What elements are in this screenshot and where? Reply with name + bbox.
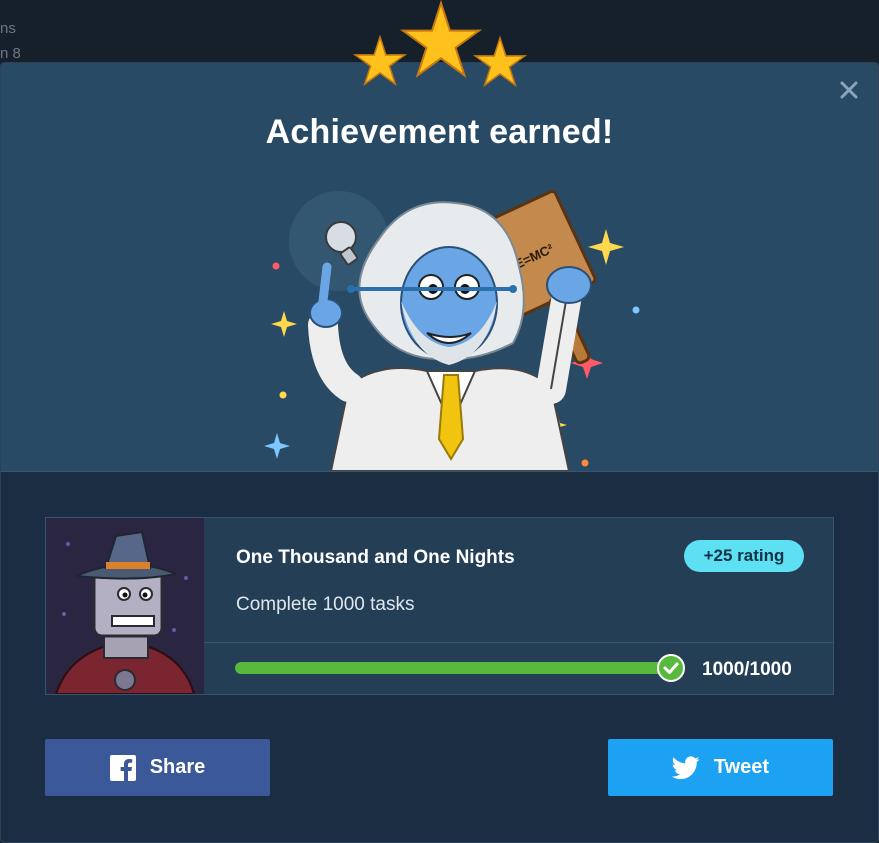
twitter-icon [671, 755, 700, 779]
share-button-label: Share [149, 756, 206, 778]
check-icon [657, 654, 685, 682]
robot-avatar [46, 518, 204, 694]
star-icon [352, 34, 408, 87]
achievement-description: Complete 1000 tasks [236, 594, 415, 615]
progress-fill [235, 662, 685, 674]
star-icon [472, 35, 528, 88]
share-button[interactable]: Share [45, 739, 270, 796]
rating-badge: +25 rating [684, 540, 804, 572]
background-text-fragment: n 8 [0, 45, 21, 62]
sparkle-icon [588, 229, 624, 265]
progress-value: 1000/1000 [702, 659, 792, 680]
tweet-button[interactable]: Tweet [608, 739, 833, 796]
achievement-title: One Thousand and One Nights [236, 547, 515, 568]
sparkle-icon [271, 311, 297, 337]
tweet-button-label: Tweet [713, 756, 770, 778]
divider [204, 642, 833, 643]
hero-panel: Achievement earned! E=MC² [1, 63, 878, 472]
achievement-modal: Achievement earned! E=MC² One Thousand a… [0, 62, 879, 843]
sparkle-icon [264, 433, 290, 459]
achievement-card: One Thousand and One Nights +25 rating C… [45, 517, 834, 695]
scientist-illustration: E=MC² [264, 189, 640, 471]
facebook-icon [109, 754, 136, 781]
close-icon[interactable] [838, 79, 860, 101]
progress-bar [235, 662, 685, 674]
star-icon [399, 0, 483, 78]
modal-title: Achievement earned! [265, 113, 614, 151]
background-text-fragment: ns [0, 20, 16, 37]
stars-rating [352, 0, 528, 88]
